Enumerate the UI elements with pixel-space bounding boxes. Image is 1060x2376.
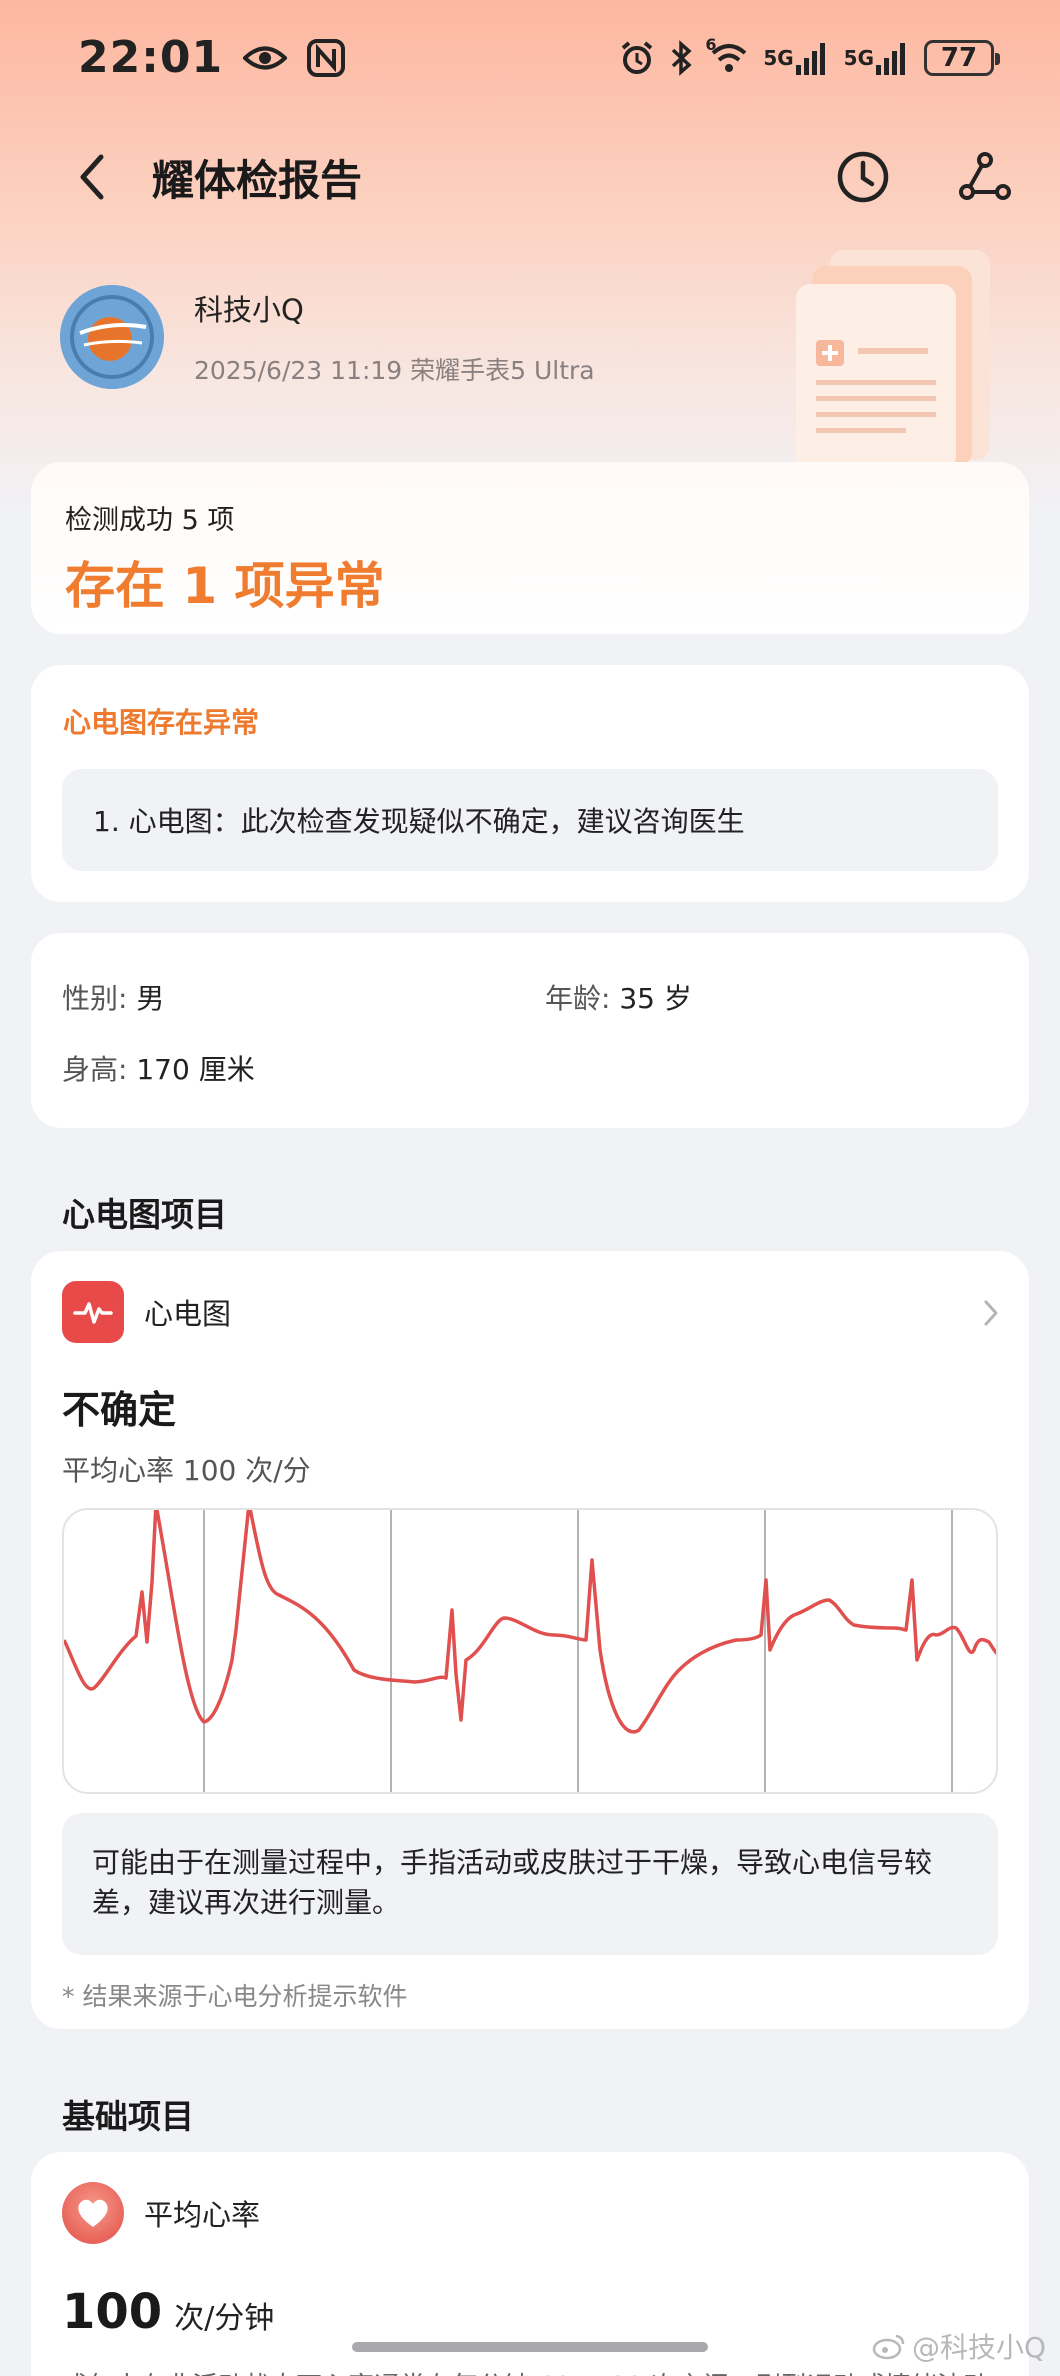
heart-rate-unit: 次/分钟 <box>174 2301 275 2336</box>
back-arrow-icon <box>80 154 104 200</box>
back-button[interactable] <box>62 147 122 207</box>
nfc-icon <box>307 38 346 77</box>
personal-info-card: 性别: 男 年龄: 35 岁 身高: 170 厘米 <box>31 933 1029 1128</box>
weibo-icon <box>872 2334 905 2360</box>
ecg-average-heart-rate: 平均心率 100 次/分 <box>62 1454 311 1487</box>
watermark: @科技小Q <box>872 2326 1046 2366</box>
abnormal-count: 存在 1 项异常 <box>65 557 385 615</box>
ecg-source-disclaimer: * 结果来源于心电分析提示软件 <box>62 1982 408 2011</box>
ecg-icon <box>62 1281 124 1343</box>
ecg-card: 心电图 不确定 平均心率 100 次/分 可能由于在测量过程中，手指活动或皮肤过… <box>31 1251 1029 2029</box>
height-row: 身高: 170 厘米 <box>62 1048 255 1088</box>
wifi-icon: 6 <box>705 35 749 75</box>
age-label: 年龄: <box>545 982 611 1015</box>
gender-label: 性别: <box>62 982 128 1015</box>
age-row: 年龄: 35 岁 <box>545 977 692 1017</box>
share-button[interactable] <box>950 142 1020 212</box>
ecg-item-name: 心电图 <box>144 1297 232 1331</box>
report-document-illustration <box>790 240 1010 470</box>
ecg-section-title: 心电图项目 <box>62 1195 227 1234</box>
heart-rate-description: 成年人在非活动状态下心率通常在每分钟 60~100 次之间，剧烈运动或情绪波动 <box>62 2366 998 2376</box>
ecg-grid-lines <box>203 1510 953 1792</box>
page-title: 耀体检报告 <box>152 155 363 205</box>
share-icon <box>959 152 1011 200</box>
profile-meta: 2025/6/23 11:19 荣耀手表5 Ultra <box>194 356 595 385</box>
ecg-waveform <box>62 1508 998 1794</box>
detected-count: 检测成功 5 项 <box>65 505 235 536</box>
heart-rate-value: 100 <box>62 2284 163 2340</box>
signal-2-icon: 5G <box>844 41 910 75</box>
abnormal-item: 1. 心电图：此次检查发现疑似不确定，建议咨询医生 <box>62 769 998 871</box>
heart-rate-item-name: 平均心率 <box>144 2198 261 2232</box>
avatar <box>60 285 164 389</box>
summary-card: 检测成功 5 项 存在 1 项异常 <box>31 462 1029 634</box>
signal-1-icon: 5G <box>763 41 829 75</box>
height-value: 170 厘米 <box>136 1053 255 1086</box>
abnormal-title: 心电图存在异常 <box>63 706 260 739</box>
clock-icon <box>837 151 889 203</box>
alarm-icon <box>619 40 655 76</box>
age-value: 35 岁 <box>619 982 692 1015</box>
title-bar: 耀体检报告 <box>0 132 1060 222</box>
heart-rate-item-header[interactable]: 平均心率 <box>62 2182 260 2244</box>
height-label: 身高: <box>62 1053 128 1086</box>
abnormal-card: 心电图存在异常 1. 心电图：此次检查发现疑似不确定，建议咨询医生 <box>31 665 1029 902</box>
history-button[interactable] <box>828 142 898 212</box>
bluetooth-icon <box>669 39 695 76</box>
chevron-right-icon[interactable] <box>983 1299 999 1331</box>
heart-icon <box>62 2182 124 2244</box>
watermark-text: @科技小Q <box>911 2331 1046 2364</box>
gender-value: 男 <box>136 982 165 1015</box>
ecg-note: 可能由于在测量过程中，手指活动或皮肤过于干燥，导致心电信号较差，建议再次进行测量… <box>62 1813 998 1955</box>
ecg-item-header[interactable]: 心电图 <box>62 1281 231 1343</box>
eye-icon <box>243 43 288 73</box>
basic-section-title: 基础项目 <box>62 2097 194 2136</box>
ecg-result: 不确定 <box>62 1388 177 1432</box>
status-bar: 22:01 6 5G 5G 77 <box>0 0 1060 115</box>
status-time: 22:01 <box>78 32 224 83</box>
gender-row: 性别: 男 <box>62 977 164 1017</box>
battery-indicator: 77 <box>924 39 1000 76</box>
profile-name: 科技小Q <box>194 293 304 327</box>
heart-rate-value-row: 100 次/分钟 <box>62 2284 274 2340</box>
home-indicator[interactable] <box>352 2342 708 2352</box>
wifi-badge: 6 <box>705 34 717 54</box>
profile-block: 科技小Q 2025/6/23 11:19 荣耀手表5 Ultra <box>60 285 595 389</box>
